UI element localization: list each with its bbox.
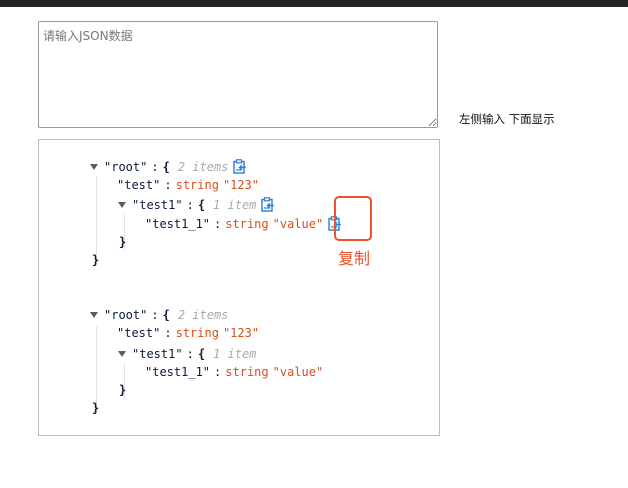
caret-down-icon[interactable]	[118, 201, 126, 208]
node-key: "test1_1"	[145, 217, 211, 231]
open-brace: {	[197, 198, 206, 212]
tree-node-root[interactable]: "root":{2 items	[90, 306, 228, 324]
value-type: string	[175, 326, 219, 340]
item-count: 2 items	[177, 160, 229, 174]
node-key: "root"	[104, 160, 148, 174]
tree-node-test1[interactable]: "test1":{1 item	[118, 196, 275, 214]
node-key: "test1"	[132, 347, 183, 361]
node-key: "test"	[117, 326, 161, 340]
copy-icon[interactable]	[261, 197, 275, 212]
string-value: "123"	[222, 326, 260, 340]
string-value: "value"	[272, 365, 324, 379]
open-brace: {	[162, 160, 170, 174]
tree-node-test1_1[interactable]: "test1_1": string "value"	[145, 215, 342, 233]
tree-node-test1_1[interactable]: "test1_1": string "value"	[145, 363, 323, 381]
colon: :	[214, 217, 222, 231]
item-count: 1 item	[213, 347, 257, 361]
colon: :	[164, 326, 172, 340]
caret-down-icon[interactable]	[118, 350, 126, 357]
value-type: string	[225, 217, 269, 231]
copy-annotation-label: 复制	[338, 249, 371, 268]
json-input[interactable]	[38, 21, 438, 128]
colon: :	[151, 160, 159, 174]
item-count: 1 item	[213, 198, 257, 212]
open-brace: {	[197, 347, 206, 361]
tree-node-test1[interactable]: "test1":{1 item	[118, 345, 256, 363]
close-brace: }	[119, 235, 127, 249]
node-key: "root"	[104, 308, 148, 322]
open-brace: {	[162, 308, 170, 322]
node-key: "test"	[117, 178, 161, 192]
caret-down-icon[interactable]	[90, 311, 98, 318]
tree-node-test[interactable]: "test": string "123"	[117, 324, 259, 342]
colon: :	[214, 365, 222, 379]
copy-highlight-box	[334, 196, 372, 241]
close-brace: }	[92, 253, 100, 267]
caret-down-icon[interactable]	[90, 163, 98, 170]
hint-text: 左侧输入 下面显示	[459, 112, 555, 126]
colon: :	[164, 178, 172, 192]
value-type: string	[175, 178, 219, 192]
colon: :	[151, 308, 159, 322]
item-count: 2 items	[177, 308, 229, 322]
node-key: "test1"	[132, 198, 183, 212]
string-value: "value"	[272, 217, 324, 231]
close-brace: }	[119, 383, 127, 397]
string-value: "123"	[222, 178, 260, 192]
value-type: string	[225, 365, 269, 379]
top-bar	[0, 0, 628, 7]
close-brace: }	[92, 401, 100, 415]
tree-node-root[interactable]: "root":{2 items	[90, 158, 247, 176]
node-key: "test1_1"	[145, 365, 211, 379]
colon: :	[186, 347, 194, 361]
tree-node-test[interactable]: "test": string "123"	[117, 176, 259, 194]
colon: :	[186, 198, 194, 212]
copy-icon[interactable]	[233, 159, 247, 174]
